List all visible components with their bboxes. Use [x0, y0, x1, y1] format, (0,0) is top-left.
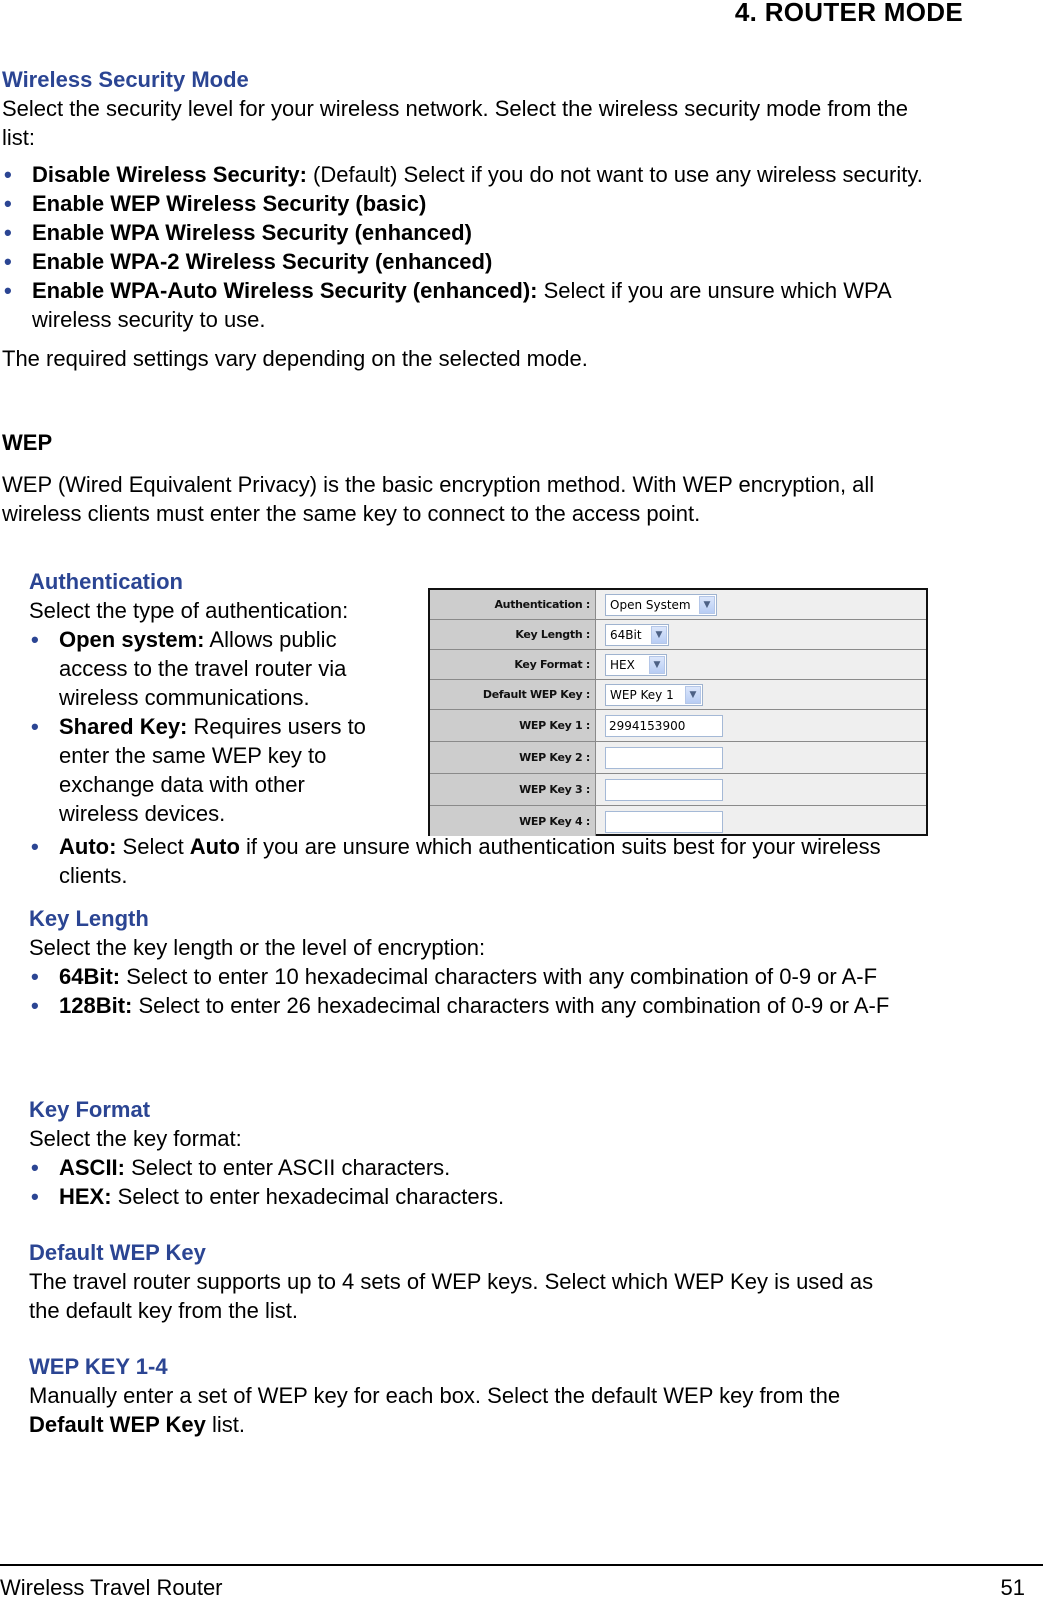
- wep-heading: WEP: [2, 430, 53, 455]
- wep-key-3-label: WEP Key 3 :: [430, 774, 596, 805]
- list-item: Disable Wireless Security: (Default) Sel…: [2, 160, 942, 189]
- key-length-list: 64Bit: Select to enter 10 hexadecimal ch…: [29, 962, 929, 1020]
- security-mode-intro: Select the security level for your wirel…: [2, 96, 909, 150]
- key-format-label: Key Format :: [430, 650, 596, 679]
- key-format-list: ASCII: Select to enter ASCII characters.…: [29, 1153, 929, 1211]
- authentication-select[interactable]: Open System ▼: [605, 594, 717, 616]
- wep-key-1-4-description: Manually enter a set of WEP key for each…: [29, 1383, 841, 1437]
- list-item: Open system: Allows public access to the…: [29, 625, 379, 712]
- list-item: Enable WEP Wireless Security (basic): [2, 189, 942, 218]
- key-length-row: Key Length : 64Bit ▼: [430, 620, 926, 650]
- key-length-section: Key Length Select the key length or the …: [29, 904, 929, 1020]
- page-number: 51: [1000, 1575, 1025, 1600]
- wep-key-1-label: WEP Key 1 :: [430, 710, 596, 741]
- list-item: 64Bit: Select to enter 10 hexadecimal ch…: [29, 962, 909, 991]
- wep-key-2-row: WEP Key 2 :: [430, 742, 926, 774]
- authentication-list: Open system: Allows public access to the…: [29, 625, 409, 828]
- list-item: Shared Key: Requires users to enter the …: [29, 712, 379, 828]
- authentication-list-auto: Auto: Select Auto if you are unsure whic…: [29, 832, 929, 890]
- authentication-section: Authentication Select the type of authen…: [29, 567, 409, 828]
- default-wep-key-description: The travel router supports up to 4 sets …: [29, 1269, 874, 1323]
- default-wep-key-heading: Default WEP Key: [29, 1240, 206, 1265]
- authentication-row: Authentication : Open System ▼: [430, 590, 926, 620]
- security-mode-section: Wireless Security Mode Select the securi…: [2, 65, 942, 373]
- wep-key-2-input[interactable]: [605, 747, 723, 769]
- wep-key-3-row: WEP Key 3 :: [430, 774, 926, 806]
- key-length-heading: Key Length: [29, 906, 149, 931]
- authentication-intro: Select the type of authentication:: [29, 598, 349, 623]
- list-item: Enable WPA-2 Wireless Security (enhanced…: [2, 247, 942, 276]
- wep-key-2-label: WEP Key 2 :: [430, 742, 596, 773]
- default-wep-key-label: Default WEP Key :: [430, 680, 596, 709]
- default-wep-key-row: Default WEP Key : WEP Key 1 ▼: [430, 680, 926, 710]
- wep-key-1-4-heading: WEP KEY 1-4: [29, 1354, 168, 1379]
- wep-key-3-input[interactable]: [605, 779, 723, 801]
- wep-settings-panel: Authentication : Open System ▼ Key Lengt…: [428, 588, 928, 836]
- chapter-title: 4. ROUTER MODE: [734, 0, 963, 27]
- security-mode-note: The required settings vary depending on …: [2, 346, 588, 371]
- wep-key-4-label: WEP Key 4 :: [430, 806, 596, 836]
- chevron-down-icon[interactable]: ▼: [699, 596, 715, 614]
- authentication-heading: Authentication: [29, 569, 183, 594]
- key-format-select[interactable]: HEX ▼: [605, 654, 667, 676]
- chevron-down-icon[interactable]: ▼: [649, 656, 665, 674]
- list-item: Enable WPA Wireless Security (enhanced): [2, 218, 942, 247]
- key-length-select[interactable]: 64Bit ▼: [605, 624, 669, 646]
- footer-divider: [0, 1564, 1043, 1566]
- list-item: Enable WPA-Auto Wireless Security (enhan…: [2, 276, 942, 334]
- wep-key-1-4-section: WEP KEY 1-4 Manually enter a set of WEP …: [29, 1352, 909, 1439]
- list-item: HEX: Select to enter hexadecimal charact…: [29, 1182, 929, 1211]
- chevron-down-icon[interactable]: ▼: [651, 626, 667, 644]
- list-item: 128Bit: Select to enter 26 hexadecimal c…: [29, 991, 909, 1020]
- list-item: ASCII: Select to enter ASCII characters.: [29, 1153, 929, 1182]
- key-format-heading: Key Format: [29, 1097, 151, 1122]
- key-format-section: Key Format Select the key format: ASCII:…: [29, 1095, 929, 1211]
- wep-key-1-input[interactable]: 2994153900: [605, 715, 723, 737]
- security-mode-list: Disable Wireless Security: (Default) Sel…: [2, 160, 942, 334]
- default-wep-key-select[interactable]: WEP Key 1 ▼: [605, 684, 703, 706]
- chevron-down-icon[interactable]: ▼: [685, 686, 701, 704]
- key-length-intro: Select the key length or the level of en…: [29, 935, 486, 960]
- key-format-intro: Select the key format:: [29, 1126, 242, 1151]
- default-wep-key-section: Default WEP Key The travel router suppor…: [29, 1238, 909, 1325]
- wep-key-4-row: WEP Key 4 :: [430, 806, 926, 836]
- security-mode-heading: Wireless Security Mode: [2, 67, 249, 92]
- footer-product-name: Wireless Travel Router: [0, 1575, 223, 1600]
- list-item: Auto: Select Auto if you are unsure whic…: [29, 832, 929, 890]
- wep-description: WEP (Wired Equivalent Privacy) is the ba…: [2, 472, 875, 526]
- wep-key-1-row: WEP Key 1 : 2994153900: [430, 710, 926, 742]
- wep-key-4-input[interactable]: [605, 811, 723, 833]
- key-format-row: Key Format : HEX ▼: [430, 650, 926, 680]
- key-length-label: Key Length :: [430, 620, 596, 649]
- authentication-label: Authentication :: [430, 590, 596, 619]
